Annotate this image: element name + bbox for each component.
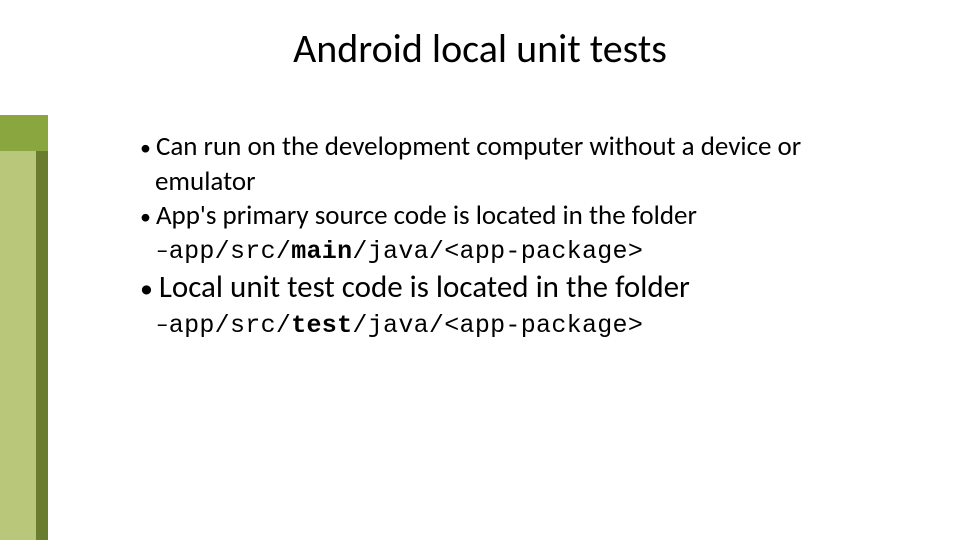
- path-segment: /java/<app-package>: [352, 237, 643, 266]
- accent-bar-light: [0, 115, 38, 540]
- accent-bar-dark: [36, 115, 48, 540]
- bullet-item-1: Can run on the development computer with…: [140, 130, 880, 199]
- accent-bar: [0, 115, 60, 540]
- path-segment-bold: test: [291, 311, 352, 340]
- bullet-item-3: Local unit test code is located in the f…: [140, 268, 880, 308]
- code-path-test: app/src/test/java/<app-package>: [140, 308, 880, 343]
- accent-bar-cap: [0, 115, 48, 151]
- path-segment: app/src/: [169, 311, 291, 340]
- code-path-main: app/src/main/java/<app-package>: [140, 234, 880, 269]
- path-segment-bold: main: [291, 237, 352, 266]
- path-segment: app/src/: [169, 237, 291, 266]
- path-segment: /java/<app-package>: [352, 311, 643, 340]
- bullet-item-2: App's primary source code is located in …: [140, 199, 880, 234]
- slide-body: Can run on the development computer with…: [140, 130, 880, 342]
- slide-title: Android local unit tests: [0, 24, 960, 73]
